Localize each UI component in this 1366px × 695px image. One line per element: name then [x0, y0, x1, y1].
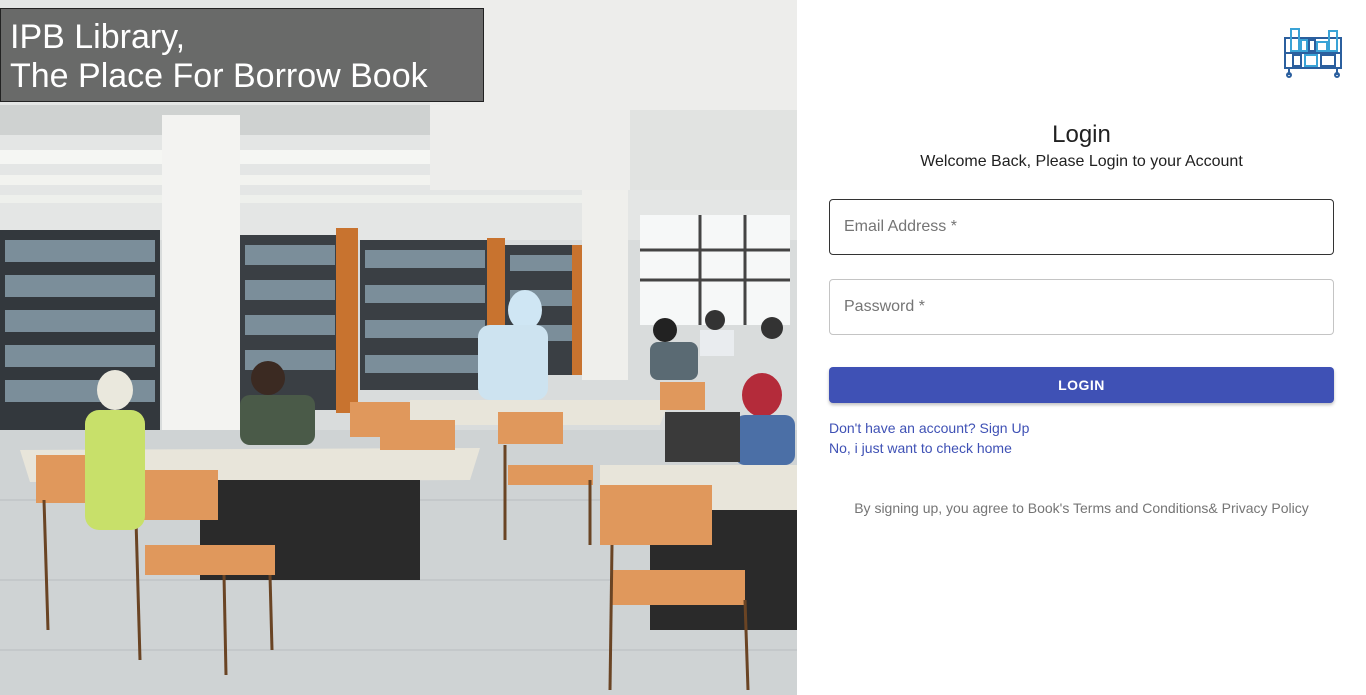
- email-field[interactable]: Email Address *: [829, 199, 1334, 255]
- login-panel: Login Welcome Back, Please Login to your…: [797, 0, 1366, 695]
- hero-title-banner: IPB Library, The Place For Borrow Book: [0, 8, 484, 102]
- login-title: Login: [1052, 121, 1111, 148]
- email-input[interactable]: [830, 200, 1333, 254]
- password-field[interactable]: Password *: [829, 279, 1334, 335]
- hero-title-line1: IPB Library,: [10, 18, 186, 56]
- library-interior-illustration: [0, 0, 797, 695]
- hero-title-line2: The Place For Borrow Book: [10, 57, 428, 95]
- login-subtitle: Welcome Back, Please Login to your Accou…: [920, 153, 1243, 170]
- hero-library-photo: IPB Library, The Place For Borrow Book: [0, 0, 797, 695]
- password-input[interactable]: [830, 280, 1333, 334]
- terms-text: By signing up, you agree to Book's Terms…: [854, 500, 1309, 516]
- bookshelf-icon: [1284, 28, 1342, 78]
- check-home-link[interactable]: No, i just want to check home: [829, 440, 1012, 456]
- login-button[interactable]: LOGIN: [829, 367, 1334, 403]
- signup-link[interactable]: Don't have an account? Sign Up: [829, 420, 1029, 436]
